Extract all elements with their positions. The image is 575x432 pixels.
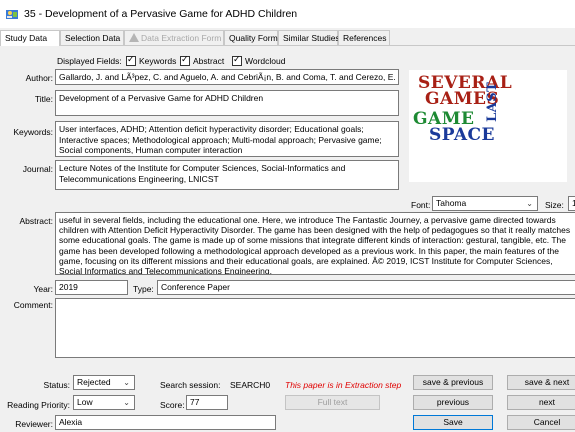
tab-label: Quality Form: [229, 33, 278, 43]
keywords-label: Keywords:: [13, 127, 53, 137]
tab-selection-data[interactable]: Selection Data: [60, 30, 124, 45]
chevron-down-icon: ⌄: [123, 398, 130, 407]
status-select-value: Rejected: [77, 377, 111, 387]
tab-label: References: [343, 33, 387, 43]
abstract-label: Abstract:: [19, 216, 53, 226]
title-field[interactable]: Development of a Pervasive Game for ADHD…: [55, 90, 399, 116]
warning-icon: [129, 33, 139, 42]
status-label: Status:: [43, 380, 70, 390]
extraction-step-message: This paper is in Extraction step: [285, 380, 402, 390]
save-next-button[interactable]: save & next: [507, 375, 575, 390]
cancel-button[interactable]: Cancel: [507, 415, 575, 430]
search-session-value: SEARCH0: [230, 380, 271, 390]
chevron-down-icon: ⌄: [123, 378, 130, 387]
reading-priority-select[interactable]: Low ⌄: [73, 395, 135, 410]
font-select[interactable]: Tahoma ⌄: [432, 196, 538, 211]
author-label: Author:: [25, 73, 53, 83]
save-previous-button[interactable]: save & previous: [413, 375, 493, 390]
search-session-label: Search session:: [160, 380, 221, 390]
journal-label: Journal:: [22, 164, 53, 174]
tab-study-data[interactable]: Study Data: [0, 30, 60, 46]
tab-similar-studies[interactable]: Similar Studies: [278, 30, 340, 45]
reviewer-field[interactable]: Alexia: [55, 415, 276, 430]
font-select-value: Tahoma: [436, 198, 467, 208]
abstract-checkbox-label: Abstract: [193, 56, 225, 66]
keywords-field[interactable]: User interfaces, ADHD; Attention deficit…: [55, 121, 399, 157]
keywords-checkbox[interactable]: [126, 55, 136, 66]
displayed-fields-label: Displayed Fields:: [57, 56, 122, 66]
tab-label: Similar Studies: [283, 33, 340, 43]
title-label: Title:: [34, 94, 53, 104]
journal-field[interactable]: Lecture Notes of the Institute for Compu…: [55, 160, 399, 190]
save-button[interactable]: Save: [413, 415, 493, 430]
font-label: Font:: [411, 200, 431, 210]
title-bar: 35 - Development of a Pervasive Game for…: [0, 0, 575, 28]
chevron-down-icon: ⌄: [526, 199, 533, 208]
wordcloud-checkbox[interactable]: [232, 55, 242, 66]
window-title: 35 - Development of a Pervasive Game for…: [24, 8, 298, 20]
tab-bar: Study Data Selection Data Data Extractio…: [0, 30, 575, 46]
wordcloud-checkbox-label: Wordcloud: [245, 56, 286, 66]
wordcloud-word: LAST: [485, 81, 500, 122]
type-field[interactable]: Conference Paper: [157, 280, 575, 295]
tab-label: Data Extraction Form: [141, 33, 222, 43]
full-text-button[interactable]: Full text: [285, 395, 380, 410]
year-field[interactable]: 2019: [55, 280, 128, 295]
previous-button[interactable]: previous: [413, 395, 493, 410]
comment-field[interactable]: [55, 298, 575, 358]
tab-label: Selection Data: [65, 33, 121, 43]
author-field[interactable]: Gallardo, J. and LÃ³pez, C. and Aguelo, …: [55, 69, 399, 85]
app-icon: [6, 10, 18, 19]
tab-quality-form[interactable]: Quality Form: [224, 30, 278, 45]
reading-priority-value: Low: [77, 397, 93, 407]
size-label: Size:: [545, 200, 564, 210]
abstract-field[interactable]: useful in several fields, including the …: [55, 212, 575, 275]
tab-data-extraction-form[interactable]: Data Extraction Form: [124, 30, 224, 45]
keywords-checkbox-label: Keywords: [139, 56, 177, 66]
wordcloud-image: SEVERAL GAMES GAME SPACE LAST: [409, 70, 567, 182]
status-select[interactable]: Rejected ⌄: [73, 375, 135, 390]
reviewer-label: Reviewer:: [15, 419, 53, 429]
reading-priority-label: Reading Priority:: [7, 400, 70, 410]
size-select[interactable]: 1: [568, 196, 575, 211]
tab-label: Study Data: [5, 33, 48, 43]
comment-label: Comment:: [13, 300, 53, 310]
score-field[interactable]: 77: [186, 395, 228, 410]
score-label: Score:: [160, 400, 185, 410]
abstract-checkbox[interactable]: [180, 55, 190, 66]
type-label: Type:: [133, 284, 154, 294]
next-button[interactable]: next: [507, 395, 575, 410]
year-label: Year:: [33, 284, 53, 294]
wordcloud-word: SPACE: [429, 125, 496, 145]
tab-references[interactable]: References: [338, 30, 390, 45]
